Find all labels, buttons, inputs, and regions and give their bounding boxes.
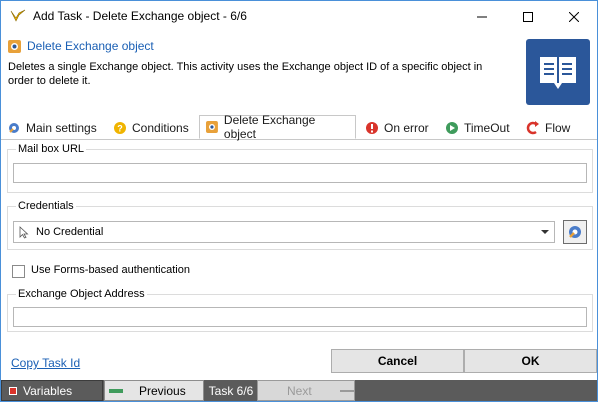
exchange-document-icon [526,39,590,105]
conditions-icon: ? [114,122,126,134]
next-button[interactable]: Next [257,380,355,401]
tab-on-error[interactable]: On error [365,118,429,138]
window-title: Add Task - Delete Exchange object - 6/6 [33,9,247,23]
tab-content: Mail box URL Credentials No Credential U… [1,140,597,346]
exchange-icon [8,40,21,53]
tab-main-settings[interactable]: Main settings [7,118,97,138]
credentials-manager-icon [569,226,581,238]
close-button[interactable] [551,1,597,32]
gear-icon [9,123,19,133]
forms-auth-checkbox[interactable] [12,265,25,278]
close-icon [569,11,579,22]
credentials-group: Credentials No Credential [7,200,593,250]
previous-button[interactable]: Previous [104,380,204,401]
app-logo-icon [10,9,26,22]
previous-icon [109,388,123,393]
variables-label: Variables [23,383,73,398]
title-bar: Add Task - Delete Exchange object - 6/6 [1,1,597,32]
ok-button[interactable]: OK [464,349,597,373]
tab-label: Delete Exchange object [223,113,316,141]
flow-icon [526,121,539,135]
next-icon [339,389,354,392]
task-header: Delete Exchange object Deletes a single … [1,32,597,114]
tab-label: On error [384,121,429,135]
maximize-icon [523,11,533,22]
minimize-icon [477,16,487,17]
tab-label: Flow [545,121,571,135]
timeout-icon [446,122,458,134]
activity-description: Deletes a single Exchange object. This a… [8,61,483,87]
mailbox-url-group: Mail box URL [7,143,593,193]
chevron-down-icon [541,230,549,234]
status-bar: Variables Previous Task 6/6 Next [1,380,597,401]
next-label: Next [287,383,312,398]
tab-timeout[interactable]: TimeOut [445,118,510,138]
cursor-icon [19,226,29,239]
tab-label: TimeOut [464,121,510,135]
tab-label: Conditions [132,121,189,135]
exchange-address-label: Exchange Object Address [16,288,147,300]
exchange-icon [205,121,218,133]
copy-task-id-link[interactable]: Copy Task Id [11,356,80,370]
error-icon [366,122,378,134]
mailbox-url-input[interactable] [13,163,587,183]
tab-strip: Main settings ? Conditions Delete Exchan… [1,113,597,141]
exchange-address-group: Exchange Object Address [7,288,593,332]
activity-title: Delete Exchange object [27,39,154,53]
tab-flow[interactable]: Flow [526,118,570,138]
credentials-selected-value: No Credential [36,226,104,238]
exchange-address-input[interactable] [13,307,587,327]
previous-label: Previous [139,383,186,398]
status-bar-filler [355,380,597,401]
tab-delete-exchange-object[interactable]: Delete Exchange object [199,113,356,141]
add-task-window: Add Task - Delete Exchange object - 6/6 … [0,0,598,402]
mailbox-url-label: Mail box URL [16,143,87,155]
variables-button[interactable]: Variables [1,380,103,401]
tab-conditions[interactable]: ? Conditions [113,118,189,138]
minimize-button[interactable] [459,1,505,32]
maximize-button[interactable] [505,1,551,32]
forms-auth-label: Use Forms-based authentication [31,264,190,276]
variables-icon [9,386,17,395]
cancel-button[interactable]: Cancel [331,349,464,373]
task-counter: Task 6/6 [205,380,257,401]
credentials-label: Credentials [16,200,76,212]
svg-text:?: ? [117,124,123,134]
tab-label: Main settings [26,121,97,135]
credentials-select[interactable]: No Credential [13,221,555,243]
manage-credentials-button[interactable] [563,220,587,244]
